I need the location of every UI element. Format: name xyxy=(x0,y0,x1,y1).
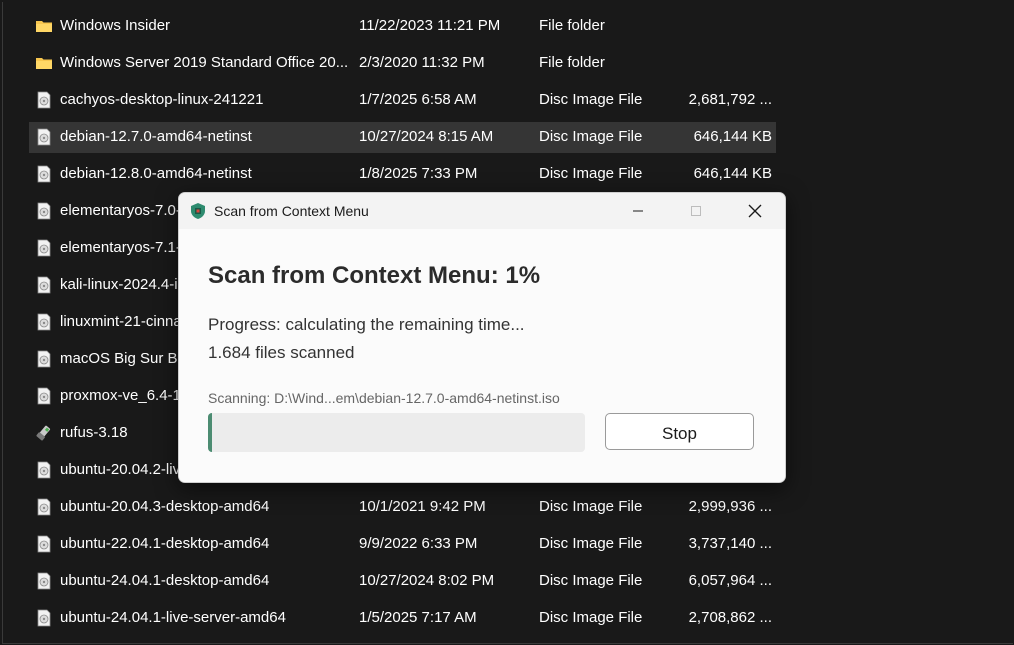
folder-icon xyxy=(35,54,53,72)
folder-icon xyxy=(35,17,53,35)
disc-image-icon xyxy=(35,350,53,368)
file-name: linuxmint-21-cinna xyxy=(60,313,182,330)
file-type: Disc Image File xyxy=(539,535,643,552)
maximize-button[interactable] xyxy=(667,193,725,229)
file-type: Disc Image File xyxy=(539,128,643,145)
file-name: elementaryos-7.1- xyxy=(60,239,181,256)
disc-image-icon xyxy=(35,128,53,146)
disc-image-icon xyxy=(35,609,53,627)
file-date: 1/5/2025 7:17 AM xyxy=(359,609,477,626)
file-name: proxmox-ve_6.4-1 xyxy=(60,387,181,404)
file-type: Disc Image File xyxy=(539,91,643,108)
file-date: 2/3/2020 11:32 PM xyxy=(359,54,485,71)
file-name: Windows Server 2019 Standard Office 20..… xyxy=(60,54,349,71)
file-date: 11/22/2023 11:21 PM xyxy=(359,17,501,34)
scan-dialog: Scan from Context Menu Scan from Context… xyxy=(178,192,786,483)
file-row[interactable]: ubuntu-24.04.1-desktop-amd64 10/27/2024 8… xyxy=(29,566,776,597)
file-type: Disc Image File xyxy=(539,498,643,515)
disc-image-icon xyxy=(35,276,53,294)
file-size: 3,737,140 ... xyxy=(688,535,772,552)
file-name: macOS Big Sur Be xyxy=(60,350,186,367)
file-size: 2,999,936 ... xyxy=(688,498,772,515)
stop-button[interactable]: Stop xyxy=(605,413,754,450)
files-scanned-count: 1.684 files scanned xyxy=(208,343,355,362)
scan-progress-fill xyxy=(208,413,212,452)
file-size: 646,144 KB xyxy=(693,128,772,145)
disc-image-icon xyxy=(35,91,53,109)
dialog-title: Scan from Context Menu xyxy=(214,203,369,219)
close-button[interactable] xyxy=(726,193,784,229)
dialog-content: Scan from Context Menu: 1% Progress: cal… xyxy=(179,229,785,482)
shield-app-icon xyxy=(189,202,207,220)
close-icon xyxy=(748,204,762,218)
file-name: elementaryos-7.0- xyxy=(60,202,181,219)
file-row[interactable]: Windows Server 2019 Standard Office 20..… xyxy=(29,48,776,79)
disc-image-icon xyxy=(35,239,53,257)
disc-image-icon xyxy=(35,313,53,331)
file-date: 10/27/2024 8:15 AM xyxy=(359,128,494,145)
file-name: kali-linux-2024.4-i xyxy=(60,276,178,293)
scan-heading: Scan from Context Menu: 1% xyxy=(208,262,541,289)
file-row[interactable]: debian-12.7.0-amd64-netinst 10/27/2024 8:… xyxy=(29,122,776,153)
disc-image-icon xyxy=(35,498,53,516)
file-size: 2,681,792 ... xyxy=(688,91,772,108)
progress-status: Progress: calculating the remaining time… xyxy=(208,315,525,334)
disc-image-icon xyxy=(35,535,53,553)
file-row[interactable]: ubuntu-22.04.1-desktop-amd64 9/9/2022 6:3… xyxy=(29,529,776,560)
file-row[interactable]: ubuntu-24.04.1-live-server-amd64 1/5/2025… xyxy=(29,603,776,634)
file-name: ubuntu-24.04.1-desktop-amd64 xyxy=(60,572,270,589)
file-type: File folder xyxy=(539,54,605,71)
scan-progress-bar xyxy=(208,413,585,452)
file-date: 1/8/2025 7:33 PM xyxy=(359,165,478,182)
disc-image-icon xyxy=(35,572,53,590)
file-type: File folder xyxy=(539,17,605,34)
file-size: 646,144 KB xyxy=(693,165,772,182)
file-row[interactable]: cachyos-desktop-linux-241221 1/7/2025 6:5… xyxy=(29,85,776,116)
disc-image-icon xyxy=(35,461,53,479)
file-size: 2,708,862 ... xyxy=(688,609,772,626)
maximize-icon xyxy=(691,206,701,216)
minimize-button[interactable] xyxy=(609,193,667,229)
usb-app-icon xyxy=(35,424,53,442)
file-row[interactable]: ubuntu-20.04.3-desktop-amd64 10/1/2021 9:… xyxy=(29,492,776,523)
file-name: debian-12.8.0-amd64-netinst xyxy=(60,165,252,182)
file-type: Disc Image File xyxy=(539,165,643,182)
file-date: 10/27/2024 8:02 PM xyxy=(359,572,495,589)
file-date: 10/1/2021 9:42 PM xyxy=(359,498,486,515)
file-name: ubuntu-20.04.3-desktop-amd64 xyxy=(60,498,270,515)
file-name: ubuntu-20.04.2-live xyxy=(60,461,189,478)
file-name: debian-12.7.0-amd64-netinst xyxy=(60,128,252,145)
file-date: 9/9/2022 6:33 PM xyxy=(359,535,478,552)
file-row[interactable]: Windows Insider 11/22/2023 11:21 PM File f… xyxy=(29,11,776,42)
disc-image-icon xyxy=(35,387,53,405)
file-name: Windows Insider xyxy=(60,17,171,34)
file-date: 1/7/2025 6:58 AM xyxy=(359,91,477,108)
file-row[interactable]: debian-12.8.0-amd64-netinst 1/8/2025 7:33… xyxy=(29,159,776,190)
file-size: 6,057,964 ... xyxy=(688,572,772,589)
file-name: rufus-3.18 xyxy=(60,424,128,441)
file-name: ubuntu-24.04.1-live-server-amd64 xyxy=(60,609,286,626)
dialog-titlebar[interactable]: Scan from Context Menu xyxy=(179,193,785,229)
scanning-path: Scanning: D:\Wind...em\debian-12.7.0-amd… xyxy=(208,390,560,406)
file-name: cachyos-desktop-linux-241221 xyxy=(60,91,264,108)
file-name: ubuntu-22.04.1-desktop-amd64 xyxy=(60,535,270,552)
disc-image-icon xyxy=(35,202,53,220)
file-type: Disc Image File xyxy=(539,609,643,626)
disc-image-icon xyxy=(35,165,53,183)
file-type: Disc Image File xyxy=(539,572,643,589)
